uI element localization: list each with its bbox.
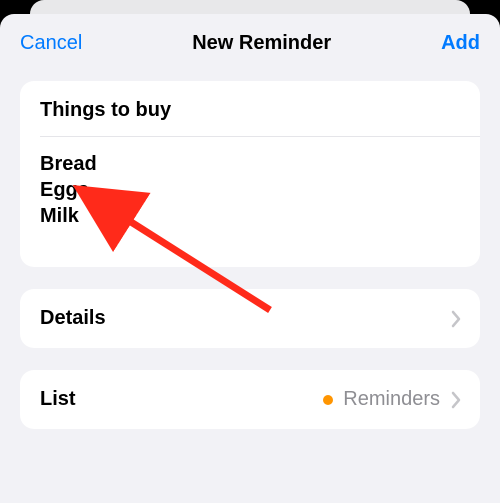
new-reminder-sheet: Cancel New Reminder Add Things to buy Br…	[0, 14, 500, 503]
list-row[interactable]: List Reminders	[20, 370, 480, 429]
details-row[interactable]: Details	[20, 289, 480, 348]
list-value: Reminders	[343, 388, 440, 411]
reminder-card: Things to buy Bread Eggs Milk	[20, 81, 480, 267]
reminder-notes-field[interactable]: Bread Eggs Milk	[20, 137, 480, 267]
chevron-right-icon	[450, 391, 462, 409]
chevron-right-icon	[450, 310, 462, 328]
details-label: Details	[40, 307, 106, 330]
note-line: Eggs	[40, 177, 460, 203]
reminder-title-row[interactable]: Things to buy	[20, 81, 480, 136]
sheet-header: Cancel New Reminder Add	[0, 14, 500, 71]
reminder-title-field[interactable]: Things to buy	[40, 99, 460, 122]
add-button[interactable]: Add	[441, 32, 480, 55]
list-label: List	[40, 388, 76, 411]
sheet-content: Things to buy Bread Eggs Milk Details Li…	[0, 71, 500, 429]
sheet-title: New Reminder	[192, 32, 331, 55]
note-line: Milk	[40, 203, 460, 229]
note-line: Bread	[40, 151, 460, 177]
cancel-button[interactable]: Cancel	[20, 32, 82, 55]
list-color-dot	[323, 395, 333, 405]
